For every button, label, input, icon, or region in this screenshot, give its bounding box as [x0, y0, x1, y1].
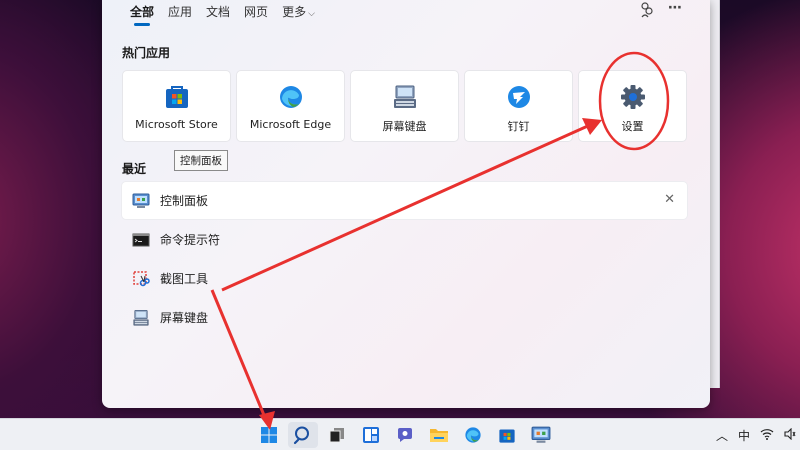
windows-icon [261, 427, 277, 443]
tab-web[interactable]: 网页 [244, 3, 276, 25]
snipping-tool-icon [133, 270, 150, 286]
control-panel-icon [531, 426, 551, 443]
list-item-label: 截图工具 [160, 272, 209, 286]
list-item-on-screen-keyboard[interactable]: 屏幕键盘 [122, 299, 687, 336]
tile-label: Microsoft Store [135, 118, 218, 131]
tab-more-label: 更多 [282, 5, 307, 19]
tab-documents[interactable]: 文档 [206, 3, 238, 25]
recent-title: 最近 [122, 162, 147, 176]
tile-label: 屏幕键盘 [382, 120, 427, 133]
volume-icon[interactable] [784, 427, 796, 443]
folder-icon [430, 429, 448, 442]
edge-icon [465, 427, 481, 443]
chat-button[interactable] [390, 422, 420, 448]
keyboard-icon [133, 309, 149, 326]
tab-apps[interactable]: 应用 [168, 3, 200, 25]
close-icon[interactable]: ✕ [664, 192, 675, 207]
list-item-label: 屏幕键盘 [160, 311, 209, 325]
tile-microsoft-store[interactable]: Microsoft Store [122, 70, 231, 142]
chevron-up-icon[interactable]: ︿ [716, 427, 728, 444]
tile-dingtalk[interactable]: 钉钉 [464, 70, 573, 142]
taskbar: ︿ 中 [0, 418, 800, 450]
keyboard-icon [393, 85, 416, 108]
tile-settings[interactable]: 设置 [578, 70, 687, 142]
ime-indicator[interactable]: 中 [738, 427, 750, 444]
search-button[interactable] [288, 422, 318, 448]
wifi-icon[interactable] [760, 428, 774, 443]
edge-icon [279, 86, 302, 108]
tab-more[interactable]: 更多 ⌵ [282, 3, 323, 25]
widgets-icon [363, 427, 379, 443]
hot-apps-grid: Microsoft Store Microsoft Edge 屏幕键盘 钉钉 设… [122, 70, 687, 142]
tile-label: Microsoft Edge [249, 118, 332, 131]
list-item-control-panel[interactable]: 控制面板 ✕ [122, 182, 687, 219]
control-panel-button[interactable] [526, 422, 556, 448]
store-button[interactable] [492, 422, 522, 448]
task-view-icon [329, 428, 344, 443]
cmd-icon [132, 233, 150, 246]
list-item-label: 控制面板 [160, 194, 209, 208]
tile-label: 设置 [621, 120, 644, 133]
recent-list: 控制面板 ✕ 命令提示符 截图工具 屏幕键盘 [122, 182, 687, 338]
store-icon [499, 429, 515, 443]
more-icon[interactable]: ⋯ [668, 0, 682, 16]
people-icon[interactable] [640, 2, 654, 22]
tooltip: 控制面板 [174, 150, 228, 171]
gear-icon [620, 85, 645, 109]
edge-button[interactable] [458, 422, 488, 448]
start-button[interactable] [254, 422, 284, 448]
taskbar-apps [254, 422, 556, 448]
widgets-button[interactable] [356, 422, 386, 448]
hot-apps-title: 热门应用 [122, 46, 171, 60]
list-item-label: 命令提示符 [160, 233, 221, 247]
tile-microsoft-edge[interactable]: Microsoft Edge [236, 70, 345, 142]
search-panel: 全部 应用 文档 网页 更多⌵ ⋯ 热门应用 Microsoft Store [102, 0, 710, 408]
list-item-command-prompt[interactable]: 命令提示符 [122, 221, 687, 258]
chevron-down-icon: ⌵ [308, 9, 315, 19]
file-explorer-button[interactable] [424, 422, 454, 448]
tile-on-screen-keyboard[interactable]: 屏幕键盘 [350, 70, 459, 142]
search-icon [293, 426, 309, 445]
store-icon [165, 86, 188, 108]
tile-label: 钉钉 [507, 120, 530, 133]
system-tray: ︿ 中 [716, 427, 796, 444]
list-item-snipping-tool[interactable]: 截图工具 [122, 260, 687, 297]
tab-all[interactable]: 全部 [130, 3, 162, 26]
control-panel-icon [132, 193, 150, 208]
chat-icon [398, 428, 412, 442]
task-view-button[interactable] [322, 422, 352, 448]
dingtalk-icon [507, 86, 530, 108]
search-tabs: 全部 应用 文档 网页 更多 ⌵ [130, 3, 329, 26]
